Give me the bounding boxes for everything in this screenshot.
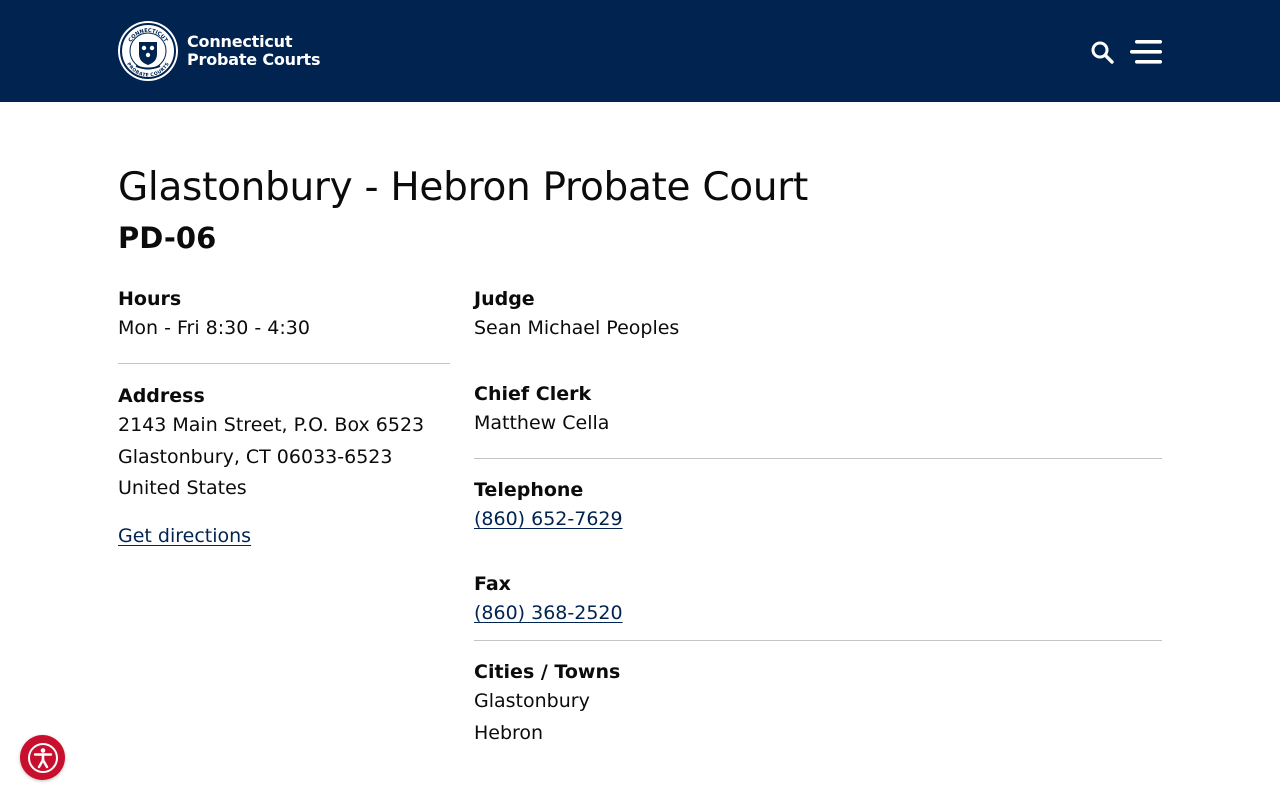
search-button[interactable] (1089, 38, 1115, 66)
menu-button[interactable] (1129, 37, 1163, 67)
town-item: Hebron (474, 721, 544, 744)
judge-label: Judge (474, 288, 535, 310)
chief-clerk-label: Chief Clerk (474, 383, 592, 405)
judge-block: Judge Sean Michael Peoples (474, 285, 1162, 363)
fax-block: Fax (860) 368-2520 (474, 570, 1162, 648)
brand-line-1: Connecticut (187, 32, 293, 51)
hours-label: Hours (118, 288, 182, 310)
accessibility-icon (27, 742, 58, 773)
search-icon (1091, 41, 1114, 64)
address-label: Address (118, 385, 205, 407)
telephone-block: Telephone (860) 652-7629 (474, 476, 1162, 554)
telephone-label: Telephone (474, 479, 584, 501)
get-directions-link[interactable]: Get directions (118, 521, 251, 552)
chief-clerk-value: Matthew Cella (474, 412, 610, 434)
court-seal-logo: CONNECTICUT PROBATE COURTS (118, 21, 178, 81)
site-header: CONNECTICUT PROBATE COURTS Connecticut P… (0, 0, 1280, 102)
left-column: Hours Mon - Fri 8:30 - 4:30 Address 2143… (118, 285, 450, 552)
chief-clerk-block: Chief Clerk Matthew Cella (474, 380, 1162, 458)
towns-block: Cities / Towns Glastonbury Hebron (474, 658, 1162, 749)
address-line-3: United States (118, 477, 247, 499)
telephone-link[interactable]: (860) 652-7629 (474, 504, 623, 535)
divider (118, 363, 450, 364)
address-block: Address 2143 Main Street, P.O. Box 6523 … (118, 382, 450, 552)
home-link[interactable]: CONNECTICUT PROBATE COURTS Connecticut P… (118, 21, 321, 81)
seal-icon: CONNECTICUT PROBATE COURTS (120, 23, 176, 79)
divider (474, 640, 1162, 641)
hours-value: Mon - Fri 8:30 - 4:30 (118, 317, 310, 339)
hours-block: Hours Mon - Fri 8:30 - 4:30 (118, 285, 450, 363)
address-line-1: 2143 Main Street, P.O. Box 6523 (118, 414, 425, 436)
town-item: Glastonbury (474, 690, 590, 712)
divider (474, 458, 1162, 459)
brand-line-2: Probate Courts (187, 50, 321, 69)
court-code: PD-06 (118, 221, 217, 255)
fax-label: Fax (474, 573, 511, 595)
fax-link[interactable]: (860) 368-2520 (474, 598, 623, 629)
header-actions (1089, 37, 1163, 67)
judge-value: Sean Michael Peoples (474, 317, 680, 339)
brand-name: Connecticut Probate Courts (187, 32, 321, 69)
address-line-2: Glastonbury, CT 06033-6523 (118, 445, 393, 468)
hamburger-menu-icon (1130, 40, 1162, 64)
page-title: Glastonbury - Hebron Probate Court (118, 165, 808, 210)
right-column: Judge Sean Michael Peoples Chief Clerk M… (474, 285, 1162, 749)
accessibility-button[interactable] (20, 735, 65, 780)
towns-label: Cities / Towns (474, 661, 621, 683)
